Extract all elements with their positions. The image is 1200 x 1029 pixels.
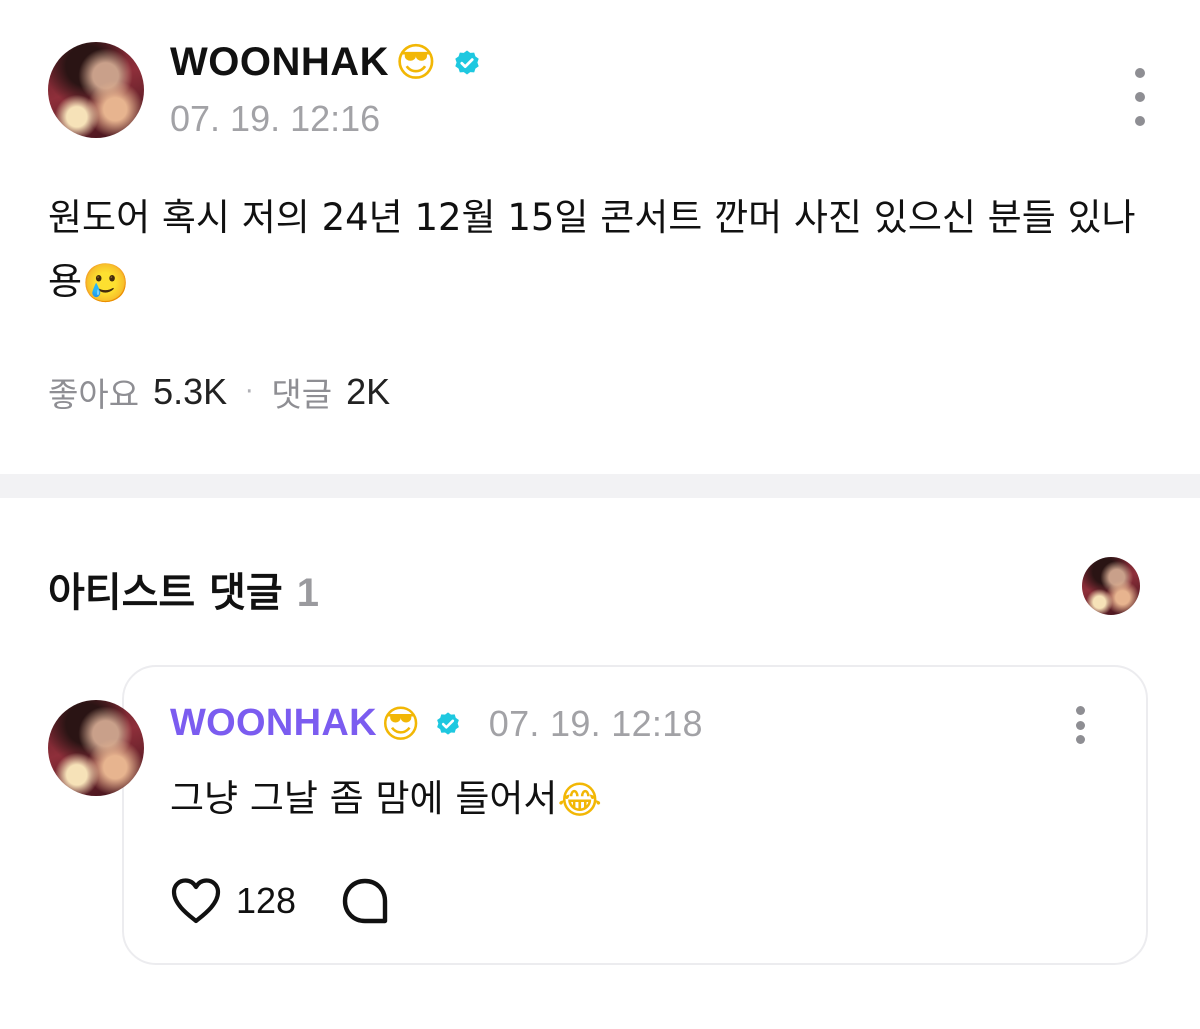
sunglasses-emoji: 😎 bbox=[395, 39, 438, 86]
section-divider bbox=[0, 474, 1200, 498]
verified-badge-icon bbox=[453, 49, 481, 77]
post-stats: 좋아요 5.3K · 댓글 2K bbox=[48, 368, 390, 416]
artist-comments-avatar[interactable] bbox=[1082, 557, 1140, 615]
tearful-smile-emoji: 🥲 bbox=[82, 261, 130, 305]
comment-author-name: WOONHAK bbox=[170, 702, 377, 744]
like-button[interactable]: 128 bbox=[170, 877, 296, 925]
post-timestamp: 07. 19. 12:16 bbox=[170, 98, 381, 139]
reply-button[interactable] bbox=[340, 876, 390, 926]
post-body: 원도어 혹시 저의 24년 12월 15일 콘서트 깐머 사진 있으신 분들 있… bbox=[48, 186, 1148, 314]
comment-bubble-icon bbox=[342, 878, 388, 924]
stats-separator: · bbox=[245, 377, 254, 407]
artist-comments-count: 1 bbox=[296, 571, 319, 615]
comment-author[interactable]: WOONHAK 😎 07. 19. 12:18 bbox=[170, 702, 703, 745]
comment-more-options-button[interactable] bbox=[1068, 706, 1092, 744]
author-name-label: WOONHAK bbox=[170, 40, 390, 84]
comment-author-avatar[interactable] bbox=[48, 700, 144, 796]
comment-body: 그냥 그날 좀 맘에 들어서😂 bbox=[170, 768, 602, 822]
tears-of-joy-emoji: 😂 bbox=[557, 778, 602, 822]
heart-icon bbox=[171, 878, 221, 924]
author-name[interactable]: WOONHAK 😎 bbox=[170, 40, 481, 85]
post-detail-screen: WOONHAK 😎 07. 19. 12:16 원도어 혹시 저의 24년 12… bbox=[0, 0, 1200, 1029]
verified-badge-icon bbox=[435, 711, 461, 737]
post-more-options-button[interactable] bbox=[1128, 68, 1152, 126]
comment-timestamp: 07. 19. 12:18 bbox=[488, 702, 703, 744]
like-count: 128 bbox=[236, 880, 297, 921]
likes-count[interactable]: 5.3K bbox=[153, 371, 227, 413]
author-avatar[interactable] bbox=[48, 42, 144, 138]
post-body-text: 원도어 혹시 저의 24년 12월 15일 콘서트 깐머 사진 있으신 분들 있… bbox=[48, 196, 1136, 303]
comments-label: 댓글 bbox=[271, 375, 333, 414]
comments-count[interactable]: 2K bbox=[346, 371, 390, 413]
comment-text: 그냥 그날 좀 맘에 들어서 bbox=[170, 777, 558, 820]
sunglasses-emoji: 😎 bbox=[380, 701, 421, 746]
artist-comments-title: 아티스트 댓글 bbox=[48, 570, 283, 616]
comment-actions: 128 bbox=[170, 876, 390, 926]
more-vertical-icon bbox=[1135, 68, 1145, 78]
likes-label: 좋아요 bbox=[48, 375, 140, 414]
more-vertical-icon bbox=[1075, 706, 1085, 715]
artist-comments-header: 아티스트 댓글 1 bbox=[48, 560, 319, 618]
